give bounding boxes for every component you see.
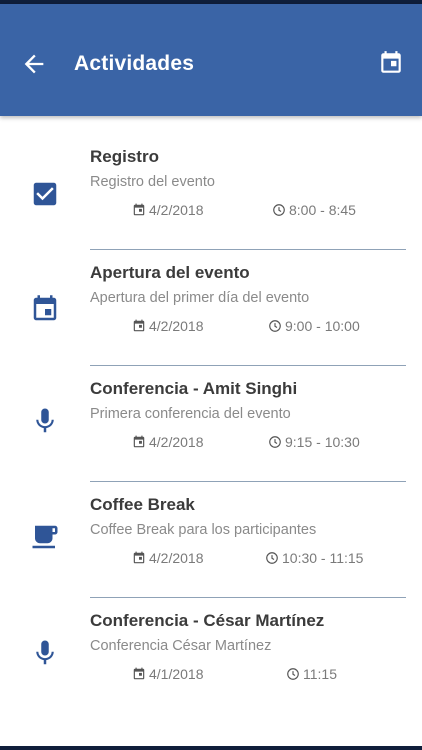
calendar-small-icon	[133, 435, 145, 448]
app-bar: Actividades	[0, 4, 422, 116]
activity-description: Registro del evento	[90, 174, 215, 190]
activity-title: Conferencia - César Martínez	[90, 611, 325, 630]
calendar-icon[interactable]	[378, 50, 404, 76]
clock-icon	[269, 320, 281, 332]
activity-time: 9:00 - 10:00	[268, 318, 360, 334]
date-text: 4/2/2018	[149, 434, 204, 450]
date-text: 4/2/2018	[149, 550, 204, 566]
microphone-icon	[36, 640, 54, 665]
activity-date: 4/2/2018	[132, 550, 204, 566]
activity-description: Conferencia César Martínez	[90, 638, 272, 654]
time-text: 9:15 - 10:30	[285, 434, 360, 450]
event-icon	[33, 295, 57, 321]
date-text: 4/2/2018	[149, 318, 204, 334]
activity-item[interactable]: Registro Registro del evento 4/2/2018 8:…	[0, 134, 422, 250]
calendar-small-icon	[133, 551, 145, 564]
time-text: 8:00 - 8:45	[289, 202, 356, 218]
coffee-icon	[32, 525, 58, 549]
calendar-small-icon	[133, 203, 145, 216]
activity-title: Apertura del evento	[90, 263, 250, 282]
activity-date: 4/2/2018	[132, 434, 204, 450]
calendar-small-icon	[133, 667, 145, 680]
activity-time: 11:15	[286, 666, 337, 682]
activity-item[interactable]: Coffee Break Coffee Break para los parti…	[0, 482, 422, 598]
activity-description: Apertura del primer día del evento	[90, 290, 310, 306]
arrow-left-icon[interactable]	[20, 50, 48, 78]
activity-item[interactable]: Conferencia - César Martínez Conferencia…	[0, 598, 422, 714]
clock-icon	[273, 204, 285, 216]
time-text: 9:00 - 10:00	[285, 318, 360, 334]
activity-date: 4/2/2018	[132, 202, 204, 218]
activity-item[interactable]: Apertura del evento Apertura del primer …	[0, 250, 422, 366]
check-box-icon	[33, 182, 57, 206]
activity-time: 10:30 - 11:15	[265, 550, 363, 566]
activity-date: 4/1/2018	[132, 666, 204, 682]
clock-icon	[287, 668, 299, 680]
page-title: Actividades	[74, 52, 195, 75]
calendar-small-icon	[133, 319, 145, 332]
activity-date: 4/2/2018	[132, 318, 204, 334]
activity-list: Registro Registro del evento 4/2/2018 8:…	[0, 116, 422, 714]
activity-item[interactable]: Conferencia - Amit Singhi Primera confer…	[0, 366, 422, 482]
activity-time: 9:15 - 10:30	[268, 434, 360, 450]
clock-icon	[266, 552, 278, 564]
activity-title: Coffee Break	[90, 495, 195, 514]
date-text: 4/2/2018	[149, 202, 204, 218]
activity-description: Primera conferencia del evento	[90, 406, 291, 422]
activity-time: 8:00 - 8:45	[272, 202, 356, 218]
date-text: 4/1/2018	[149, 666, 204, 682]
navigation-bar-edge	[0, 746, 422, 750]
activity-title: Conferencia - Amit Singhi	[90, 379, 298, 398]
time-text: 11:15	[303, 666, 337, 682]
microphone-icon	[36, 408, 54, 433]
activity-title: Registro	[90, 147, 159, 166]
clock-icon	[269, 436, 281, 448]
activity-description: Coffee Break para los participantes	[90, 522, 317, 538]
time-text: 10:30 - 11:15	[282, 550, 364, 566]
